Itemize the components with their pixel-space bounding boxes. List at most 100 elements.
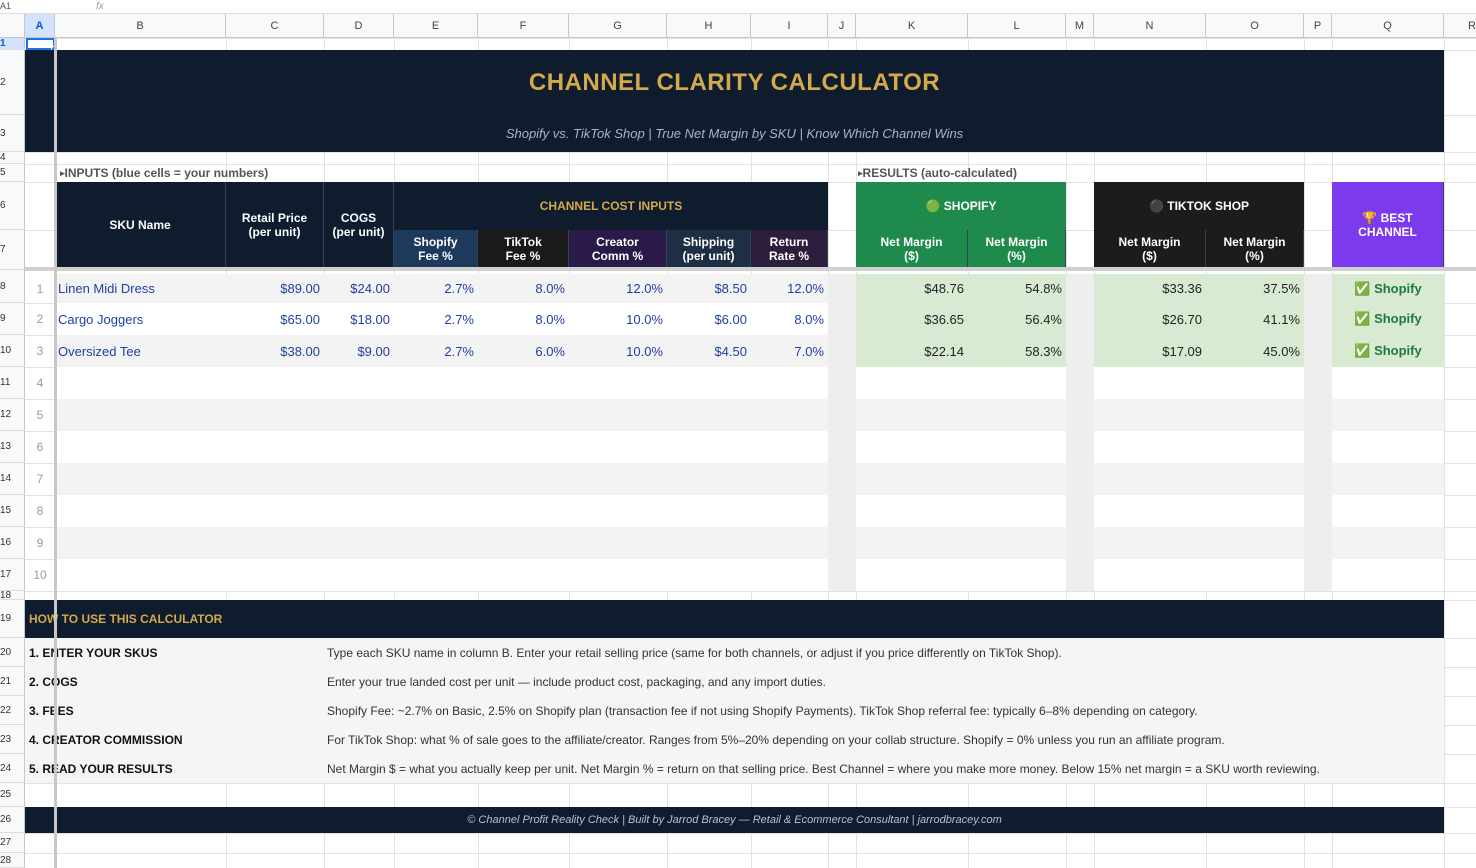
shopify-net-margin-dollar-cell: $48.76 xyxy=(924,281,964,296)
column-header-g[interactable]: G xyxy=(569,14,667,38)
row-header-14[interactable]: 14 xyxy=(0,463,25,495)
return-rate-cell[interactable]: 8.0% xyxy=(751,303,828,335)
shipping-cell[interactable]: $4.50 xyxy=(667,335,751,367)
table-row xyxy=(55,527,828,559)
row-header-18[interactable]: 18 xyxy=(0,591,25,600)
shopify-fee-cell[interactable]: 2.7% xyxy=(394,335,478,367)
cogs-cell[interactable]: $18.00 xyxy=(324,303,394,335)
row-header-9[interactable]: 9 xyxy=(0,303,25,335)
tiktok-net-margin-pct-header: Net Margin (%) xyxy=(1206,230,1304,267)
sku-name-cell[interactable]: Cargo Joggers xyxy=(58,303,226,335)
cell-reference[interactable]: A1 xyxy=(0,0,20,12)
column-header-i[interactable]: I xyxy=(751,14,828,38)
column-header-p[interactable]: P xyxy=(1304,14,1332,38)
creator-comm-header-line: Creator xyxy=(596,234,639,249)
column-header-k[interactable]: K xyxy=(856,14,968,38)
creator-cell[interactable]: 12.0% xyxy=(569,274,667,303)
frozen-column-divider[interactable] xyxy=(54,38,57,868)
best-channel-cell xyxy=(1332,527,1444,559)
column-header-q[interactable]: Q xyxy=(1332,14,1444,38)
shipping-cell[interactable]: $8.50 xyxy=(667,274,751,303)
row-header-1[interactable]: 1 xyxy=(0,38,25,50)
spacer-cell xyxy=(828,367,856,399)
shopify-fee-cell[interactable]: 2.7% xyxy=(394,274,478,303)
spacer-cell xyxy=(828,274,856,303)
return-rate-cell[interactable]: 12.0% xyxy=(751,274,828,303)
best-channel-header-line: CHANNEL xyxy=(1358,224,1417,239)
shipping-header: Shipping (per unit) xyxy=(667,230,751,267)
column-header-j[interactable]: J xyxy=(828,14,856,38)
row-header-4[interactable]: 4 xyxy=(0,152,25,164)
tiktok-fee-cell[interactable]: 8.0% xyxy=(478,274,569,303)
spacer-cell xyxy=(1304,431,1332,463)
spacer-cell xyxy=(1304,303,1332,335)
how-to-step-text: Type each SKU name in column B. Enter yo… xyxy=(327,645,1062,660)
creator-cell[interactable]: 10.0% xyxy=(569,335,667,367)
tiktok-fee-cell[interactable]: 6.0% xyxy=(478,335,569,367)
creator-comm-header-line: Comm % xyxy=(591,248,644,263)
spacer-cell xyxy=(1066,463,1094,495)
column-header-f[interactable]: F xyxy=(478,14,569,38)
frozen-row-divider[interactable] xyxy=(25,267,1476,271)
tiktok-result-cells xyxy=(1094,399,1304,431)
row-header-2[interactable]: 2 xyxy=(0,50,25,115)
best-channel-cell xyxy=(1332,431,1444,463)
column-header-r[interactable]: R xyxy=(1444,14,1476,38)
grid-line xyxy=(25,152,1476,153)
tiktok-result-cells xyxy=(1094,367,1304,399)
row-header-12[interactable]: 12 xyxy=(0,399,25,431)
column-header-a[interactable]: A xyxy=(25,14,55,38)
column-header-e[interactable]: E xyxy=(394,14,478,38)
column-header-o[interactable]: O xyxy=(1206,14,1304,38)
column-header-d[interactable]: D xyxy=(324,14,394,38)
cogs-cell[interactable]: $24.00 xyxy=(324,274,394,303)
row-header-21[interactable]: 21 xyxy=(0,667,25,696)
row-header-20[interactable]: 20 xyxy=(0,638,25,667)
creator-cell[interactable]: 10.0% xyxy=(569,303,667,335)
row-header-15[interactable]: 15 xyxy=(0,495,25,527)
row-header-27[interactable]: 27 xyxy=(0,833,25,853)
row-header-13[interactable]: 13 xyxy=(0,431,25,463)
row-header-5[interactable]: 5 xyxy=(0,164,25,182)
shopify-fee-header-line: Fee % xyxy=(418,248,453,263)
row-index: 1 xyxy=(36,281,44,296)
shopify-fee-cell[interactable]: 2.7% xyxy=(394,303,478,335)
retail-cell[interactable]: $65.00 xyxy=(226,303,324,335)
row-header-26[interactable]: 26 xyxy=(0,807,25,833)
row-header-16[interactable]: 16 xyxy=(0,527,25,559)
column-header-c[interactable]: C xyxy=(226,14,324,38)
retail-cell[interactable]: $89.00 xyxy=(226,274,324,303)
row-header-6[interactable]: 6 xyxy=(0,182,25,230)
column-header-m[interactable]: M xyxy=(1066,14,1094,38)
row-header-17[interactable]: 17 xyxy=(0,559,25,591)
tiktok-net-margin-pct-cell: 45.0% xyxy=(1263,343,1300,359)
how-to-step-text: For TikTok Shop: what % of sale goes to … xyxy=(327,732,1225,747)
shopify-net-margin-pct-cell: 56.4% xyxy=(1025,311,1062,327)
sku-name-cell[interactable]: Oversized Tee xyxy=(58,335,226,367)
return-rate-cell[interactable]: 7.0% xyxy=(751,335,828,367)
page-title: CHANNEL CLARITY CALCULATOR xyxy=(528,69,941,96)
cogs-cell[interactable]: $9.00 xyxy=(324,335,394,367)
row-header-24[interactable]: 24 xyxy=(0,754,25,783)
row-header-7[interactable]: 7 xyxy=(0,230,25,270)
how-to-step-text: Net Margin $ = what you actually keep pe… xyxy=(327,761,1320,776)
row-header-28[interactable]: 28 xyxy=(0,853,25,868)
row-header-10[interactable]: 10 xyxy=(0,335,25,367)
row-header-8[interactable]: 8 xyxy=(0,270,25,303)
row-header-11[interactable]: 11 xyxy=(0,367,25,399)
row-header-19[interactable]: 19 xyxy=(0,600,25,638)
select-all-corner[interactable] xyxy=(0,14,25,38)
shipping-cell[interactable]: $6.00 xyxy=(667,303,751,335)
column-header-b[interactable]: B xyxy=(55,14,226,38)
row-header-23[interactable]: 23 xyxy=(0,725,25,754)
row-header-3[interactable]: 3 xyxy=(0,115,25,152)
column-header-l[interactable]: L xyxy=(968,14,1066,38)
tiktok-fee-cell[interactable]: 8.0% xyxy=(478,303,569,335)
row-header-25[interactable]: 25 xyxy=(0,783,25,807)
sku-name-cell[interactable]: Linen Midi Dress xyxy=(58,274,226,303)
column-header-h[interactable]: H xyxy=(667,14,751,38)
creator-comm-header: Creator Comm % xyxy=(569,230,667,267)
retail-cell[interactable]: $38.00 xyxy=(226,335,324,367)
column-header-n[interactable]: N xyxy=(1094,14,1206,38)
row-header-22[interactable]: 22 xyxy=(0,696,25,725)
